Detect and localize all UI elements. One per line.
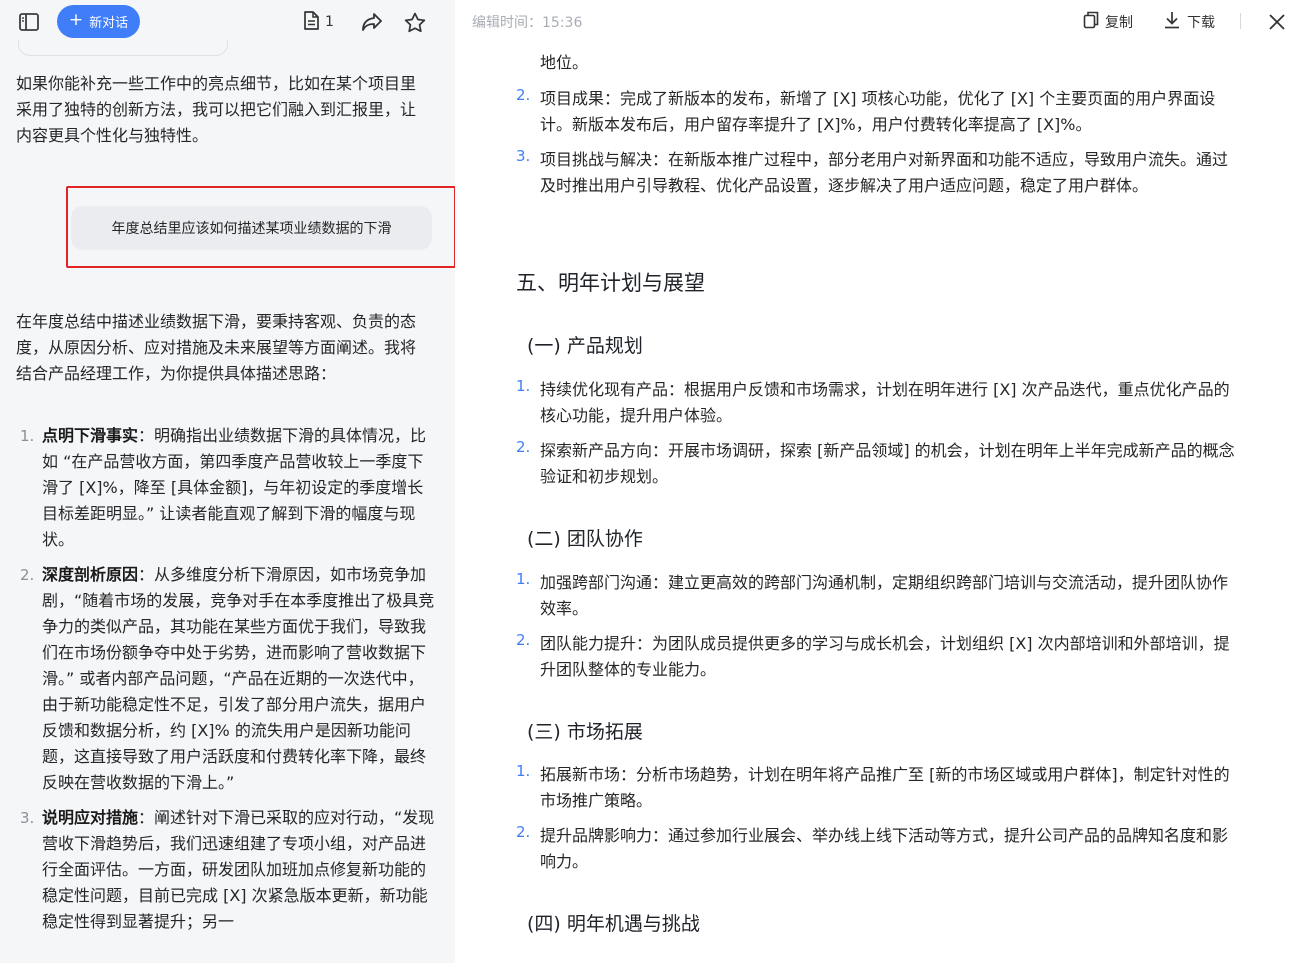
list-item-text: 项目成果：完成了新版本的发布，新增了 [X] 项核心功能，优化了 [X] 个主要…	[540, 89, 1216, 134]
doc-text-fragment: 地位。	[540, 53, 589, 72]
star-icon[interactable]	[403, 10, 427, 34]
subsection-heading: (一) 产品规划	[527, 335, 643, 357]
list-number: 2.	[516, 823, 531, 841]
list-number: 1.	[516, 762, 531, 780]
plus-icon: +	[68, 10, 84, 30]
list-item-text: 团队能力提升：为团队成员提供更多的学习与成长机会，计划组织 [X] 次内部培训和…	[540, 634, 1230, 679]
chat-pane: + 新对话 1 如果你能补充一些工作中的亮点细节，比如在某个项目里采用了独特的创…	[0, 0, 455, 963]
document-count: 1	[325, 14, 334, 30]
list-item-title: 点明下滑事实	[42, 426, 139, 445]
list-item: 1. 持续优化现有产品：根据用户反馈和市场需求，计划在明年进行 [X] 次产品迭…	[516, 377, 1240, 429]
ai-answer-intro: 在年度总结中描述业绩数据下滑，要秉持客观、负责的态度，从原因分析、应对措施及未来…	[16, 312, 417, 383]
new-chat-label: 新对话	[89, 16, 129, 31]
list-item: 1. 加强跨部门沟通：建立更高效的跨部门沟通机制，定期组织跨部门培训与交流活动，…	[516, 570, 1240, 622]
list-number: 2.	[516, 631, 531, 649]
list-item: 2. 探索新产品方向：开展市场调研，探索 [新产品领域] 的机会，计划在明年上半…	[516, 438, 1240, 490]
list-item-title: 说明应对措施	[42, 808, 139, 827]
list-item: 2. 团队能力提升：为团队成员提供更多的学习与成长机会，计划组织 [X] 次内部…	[516, 631, 1240, 683]
ai-message-previous: 如果你能补充一些工作中的亮点细节，比如在某个项目里采用了独特的创新方法，我可以把…	[16, 74, 417, 145]
list-item-text: 拓展新市场：分析市场趋势，计划在明年将产品推广至 [新的市场区域或用户群体]，制…	[540, 765, 1230, 810]
section-heading: 五、明年计划与展望	[516, 271, 705, 295]
close-icon[interactable]	[1265, 10, 1289, 34]
list-item: 3. 项目挑战与解决：在新版本推广过程中，部分老用户对新界面和功能不适应，导致用…	[516, 147, 1240, 199]
list-item: 1. 点明下滑事实：明确指出业绩数据下滑的具体情况，比如 “在产品营收方面，第四…	[16, 423, 436, 553]
highlight-box	[66, 186, 455, 268]
subsection-heading: (四) 明年机遇与挑战	[527, 913, 700, 935]
list-number: 3.	[516, 147, 531, 165]
list-item-title: 深度剖析原因	[42, 565, 139, 584]
subsection-heading: (三) 市场拓展	[527, 721, 643, 743]
list-item: 2. 深度剖析原因：从多维度分析下滑原因，如市场竞争加剧，“随着市场的发展，竞争…	[16, 562, 436, 796]
list-item-text: 提升品牌影响力：通过参加行业展会、举办线上线下活动等方式，提升公司产品的品牌知名…	[540, 826, 1229, 871]
edit-time: 编辑时间：15:36	[472, 15, 583, 31]
list-number: 2.	[516, 86, 531, 104]
document-count-button[interactable]: 1	[303, 10, 334, 34]
toolbar-divider	[1240, 13, 1241, 29]
share-icon[interactable]	[360, 10, 384, 34]
document-icon	[303, 10, 319, 34]
download-icon	[1163, 11, 1181, 33]
previous-message-edge	[18, 40, 228, 56]
sidebar-toggle-icon[interactable]	[17, 10, 41, 34]
list-item-text: ：从多维度分析下滑原因，如市场竞争加剧，“随着市场的发展，竞争对手在本季度推出了…	[42, 565, 435, 792]
list-item-text: 持续优化现有产品：根据用户反馈和市场需求，计划在明年进行 [X] 次产品迭代，重…	[540, 380, 1230, 425]
copy-label: 复制	[1105, 15, 1133, 31]
copy-button[interactable]: 复制	[1083, 11, 1133, 33]
list-item-text: 探索新产品方向：开展市场调研，探索 [新产品领域] 的机会，计划在明年上半年完成…	[540, 441, 1235, 486]
list-number: 2.	[516, 438, 531, 456]
list-item-text: 加强跨部门沟通：建立更高效的跨部门沟通机制，定期组织跨部门培训与交流活动，提升团…	[540, 573, 1229, 618]
list-item: 3. 说明应对措施：阐述针对下滑已采取的应对行动，“发现营收下滑趋势后，我们迅速…	[16, 805, 436, 935]
list-item: 1. 拓展新市场：分析市场趋势，计划在明年将产品推广至 [新的市场区域或用户群体…	[516, 762, 1240, 814]
list-item-text: 项目挑战与解决：在新版本推广过程中，部分老用户对新界面和功能不适应，导致用户流失…	[540, 150, 1229, 195]
ai-answer-list: 1. 点明下滑事实：明确指出业绩数据下滑的具体情况，比如 “在产品营收方面，第四…	[16, 423, 436, 944]
download-label: 下载	[1187, 15, 1215, 31]
chat-toolbar: + 新对话 1	[0, 0, 455, 44]
copy-icon	[1083, 11, 1099, 33]
list-number: 1.	[516, 570, 531, 588]
list-number: 1.	[20, 427, 35, 445]
download-button[interactable]: 下载	[1163, 11, 1215, 33]
subsection-heading: (二) 团队协作	[527, 528, 643, 550]
new-chat-button[interactable]: + 新对话	[57, 5, 140, 38]
list-number: 1.	[516, 377, 531, 395]
list-item: 2. 项目成果：完成了新版本的发布，新增了 [X] 项核心功能，优化了 [X] …	[516, 86, 1240, 138]
document-pane: 编辑时间：15:36 复制 下载 地位。 2. 项目成果：完成了新版本的发布，新…	[455, 0, 1290, 963]
list-number: 2.	[20, 566, 35, 584]
list-item: 2. 提升品牌影响力：通过参加行业展会、举办线上线下活动等方式，提升公司产品的品…	[516, 823, 1240, 875]
list-number: 3.	[20, 809, 35, 827]
